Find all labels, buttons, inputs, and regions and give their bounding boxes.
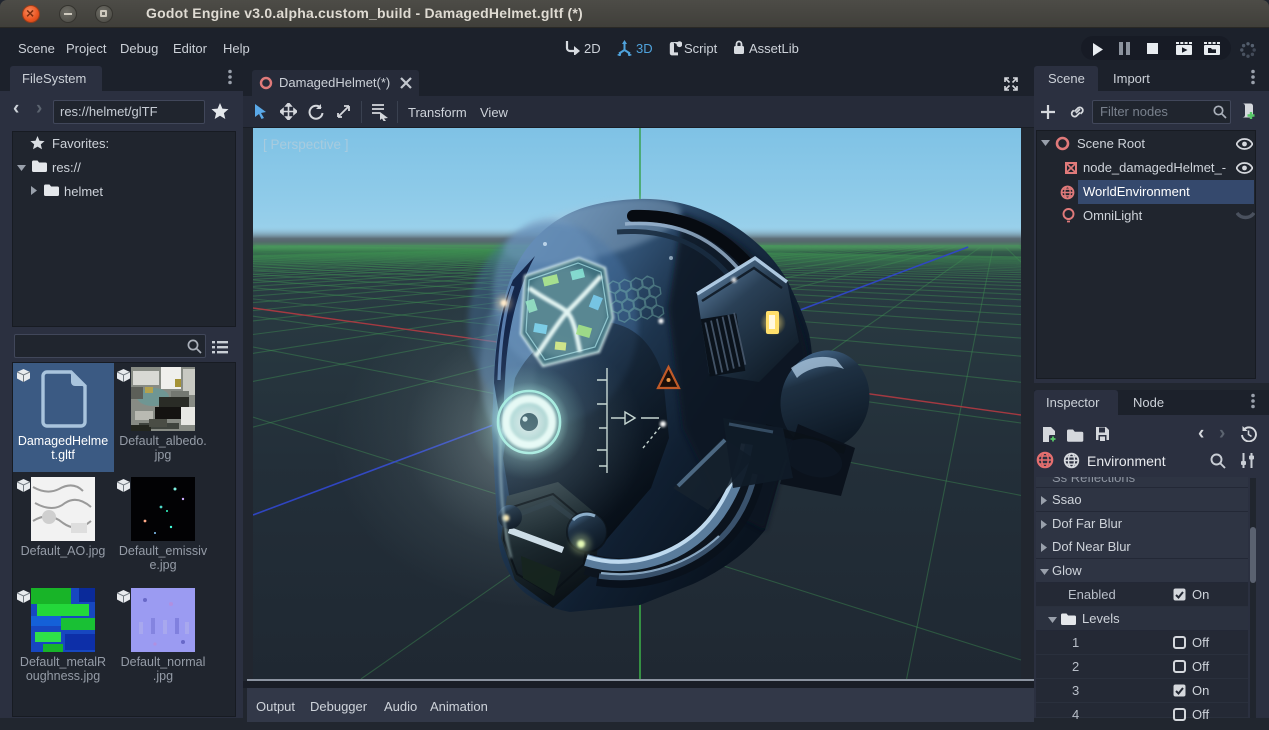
svg-text:[ Perspective ]: [ Perspective ]: [263, 137, 349, 152]
